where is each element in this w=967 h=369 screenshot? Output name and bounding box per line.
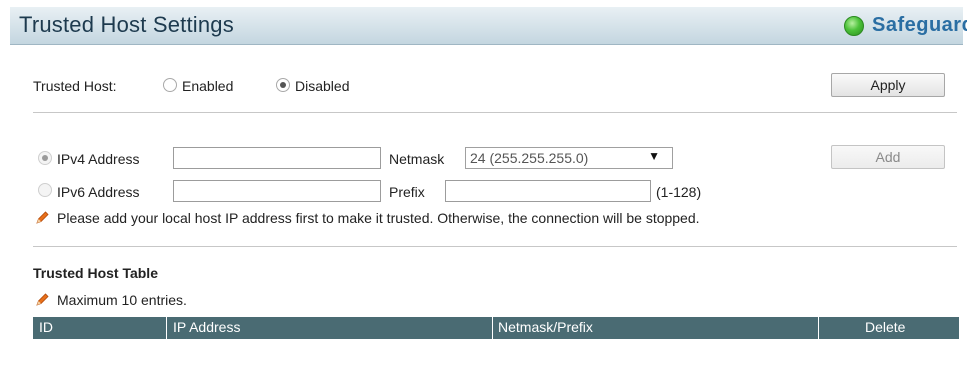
safeguard-status-icon bbox=[844, 16, 864, 36]
trusted-host-enabled-label: Enabled bbox=[182, 78, 234, 94]
column-header-netmask-prefix: Netmask/Prefix bbox=[498, 319, 593, 335]
trusted-host-label: Trusted Host: bbox=[33, 78, 117, 94]
ipv6-radio[interactable] bbox=[38, 183, 52, 197]
prefix-input[interactable] bbox=[445, 180, 651, 202]
local-host-note: Please add your local host IP address fi… bbox=[57, 210, 700, 226]
add-button[interactable]: Add bbox=[831, 145, 945, 169]
trusted-host-disabled-radio[interactable] bbox=[276, 78, 290, 92]
netmask-label: Netmask bbox=[389, 151, 445, 167]
column-header-id: ID bbox=[39, 319, 53, 335]
column-header-delete: Delete bbox=[865, 319, 906, 335]
table-title: Trusted Host Table bbox=[33, 265, 158, 281]
ipv6-address-input[interactable] bbox=[173, 180, 381, 202]
netmask-select[interactable]: 24 (255.255.255.0) ▼ bbox=[465, 147, 673, 169]
netmask-selected-value: 24 (255.255.255.0) bbox=[470, 150, 589, 166]
column-header-ip-address: IP Address bbox=[173, 319, 241, 335]
safeguard-label: Safeguard bbox=[872, 14, 967, 36]
column-separator bbox=[492, 317, 493, 339]
pencil-icon bbox=[36, 293, 49, 306]
trusted-host-enabled-radio[interactable] bbox=[163, 78, 177, 92]
column-separator bbox=[166, 317, 167, 339]
pencil-icon bbox=[36, 211, 49, 224]
divider bbox=[33, 246, 957, 247]
prefix-range-hint: (1-128) bbox=[656, 184, 702, 200]
ipv4-label: IPv4 Address bbox=[57, 151, 140, 167]
ipv4-address-input[interactable] bbox=[173, 147, 381, 169]
apply-button[interactable]: Apply bbox=[831, 73, 945, 97]
prefix-label: Prefix bbox=[389, 184, 425, 200]
divider bbox=[33, 112, 957, 113]
trusted-host-disabled-label: Disabled bbox=[295, 78, 350, 94]
ipv4-radio[interactable] bbox=[38, 151, 52, 165]
ipv6-label: IPv6 Address bbox=[57, 184, 140, 200]
trusted-host-settings-page: Trusted Host Settings Safeguard Trusted … bbox=[0, 0, 967, 369]
page-title: Trusted Host Settings bbox=[19, 12, 234, 37]
dropdown-arrow-icon: ▼ bbox=[648, 149, 660, 163]
table-max-entries-note: Maximum 10 entries. bbox=[57, 292, 187, 308]
table-header: ID IP Address Netmask/Prefix Delete bbox=[33, 317, 959, 339]
column-separator bbox=[818, 317, 819, 339]
title-bar: Trusted Host Settings Safeguard bbox=[10, 7, 967, 45]
